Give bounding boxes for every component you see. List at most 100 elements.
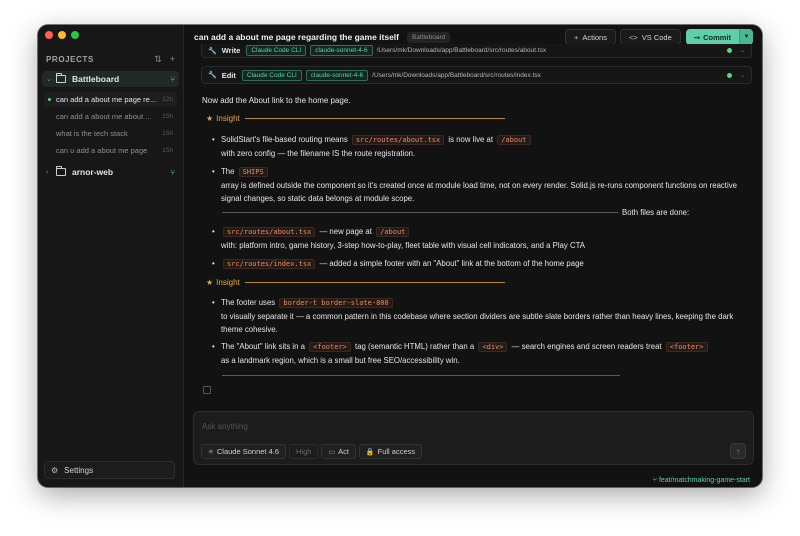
close-window-button[interactable] <box>45 31 53 39</box>
chat-icon: ▭ <box>328 448 336 456</box>
project-name: Battleboard <box>72 74 120 84</box>
sparkle-icon: ✳ <box>208 448 214 456</box>
message-intro: Now add the About link to the home page. <box>202 96 351 105</box>
settings-label: Settings <box>64 465 94 475</box>
status-dot <box>726 48 732 53</box>
actions-label: Actions <box>582 32 607 42</box>
bullet-text: with: platform intro, game history, 3-st… <box>221 241 586 250</box>
tool-model-tag: claude-sonnet-4-6 <box>305 69 369 81</box>
bullet-item: • src/routes/index.tsx — added a simple … <box>212 259 584 269</box>
folder-icon <box>56 73 66 83</box>
session-title: what is the tech stack <box>56 129 128 138</box>
branch-name: feat/matchmaking-game-start <box>658 477 750 484</box>
active-session-dot <box>48 98 51 101</box>
inline-code: /about <box>497 135 531 145</box>
effort-label: High <box>296 447 312 456</box>
tool-path: /Users/mk/Downloads/app/Battleboard/src/… <box>372 71 541 79</box>
divider <box>222 375 620 376</box>
session-title: can u add a about me page <box>56 146 148 155</box>
bullet-text: The <box>221 167 235 176</box>
commit-button[interactable]: ⊸ Commit <box>685 29 739 45</box>
lock-icon: 🔒 <box>365 448 375 456</box>
insight-label: Insight <box>216 278 240 287</box>
branch-indicator[interactable]: ⑂ feat/matchmaking-game-start <box>653 477 750 484</box>
tool-source-tag: Claude Code CLI <box>241 69 302 81</box>
zoom-window-button[interactable] <box>71 31 79 39</box>
session-title: can add a about me about ... <box>56 112 152 121</box>
inline-code: <footer> <box>665 342 708 352</box>
git-branch-icon: ⑂ <box>170 167 175 177</box>
tool-call-write[interactable]: 🔧 Write Claude Code CLI claude-sonnet-4-… <box>201 44 752 58</box>
add-project-icon[interactable]: + <box>170 54 175 65</box>
message-input[interactable]: Ask anything <box>202 422 248 431</box>
commit-icon: ⊸ <box>693 32 701 42</box>
bullet-item: • src/routes/about.tsx — new page at /ab… <box>212 227 586 250</box>
insight-label: Insight <box>216 114 240 123</box>
projects-title: PROJECTS <box>46 54 94 64</box>
status-dot <box>726 72 732 78</box>
chevron-down-icon[interactable]: ⌄ <box>740 47 745 54</box>
star-icon: ★ <box>206 278 214 287</box>
minimize-window-button[interactable] <box>58 31 66 39</box>
inline-code: SHIPS <box>238 167 268 177</box>
session-item[interactable]: what is the tech stack 15h <box>44 126 177 141</box>
divider <box>222 212 618 213</box>
bullet-text: The footer uses <box>221 298 276 307</box>
inline-code: <div> <box>478 342 508 352</box>
bullet-item: • The SHIPS array is defined outside the… <box>212 167 737 203</box>
bullet-text: with zero config — the filename IS the r… <box>221 149 416 158</box>
main-panel: can add a about me page regarding the ga… <box>185 25 762 487</box>
bullet-text: SolidStart's file-based routing means <box>221 135 348 144</box>
project-battleboard[interactable]: ⌄ Battleboard ⑂ <box>42 71 179 87</box>
arrow-up-icon: ↑ <box>736 446 740 456</box>
chevron-right-icon[interactable]: › <box>46 169 56 176</box>
tool-path: /Users/mk/Downloads/app/Battleboard/src/… <box>376 47 547 54</box>
divider-row: Both files are done: <box>222 208 752 217</box>
both-done-text: Both files are done: <box>622 208 690 217</box>
copy-icon[interactable] <box>203 386 211 394</box>
conversation-title: can add a about me page regarding the ga… <box>194 32 399 42</box>
insight-header: ★ Insight <box>206 278 505 287</box>
model-selector[interactable]: ✳ Claude Sonnet 4.6 <box>201 444 287 459</box>
tool-call-edit[interactable]: 🔧 Edit Claude Code CLI claude-sonnet-4-6… <box>201 66 752 84</box>
access-selector[interactable]: 🔒 Full access <box>358 444 423 459</box>
actions-button[interactable]: + Actions <box>564 29 616 45</box>
session-time: 12h <box>162 96 173 103</box>
session-time: 15h <box>162 130 173 137</box>
inline-code: src/routes/about.tsx <box>351 135 445 145</box>
project-name: arnor-web <box>72 167 114 177</box>
sidebar: PROJECTS ⇅ + ⌄ Battleboard ⑂ can add a a… <box>38 25 184 487</box>
session-item[interactable]: can add a about me page re... 12h <box>44 92 177 107</box>
send-button[interactable]: ↑ <box>730 443 746 459</box>
git-branch-icon: ⑂ <box>170 74 175 84</box>
model-label: Claude Sonnet 4.6 <box>216 447 280 456</box>
bullet-text: as a landmark region, which is a small b… <box>221 356 460 365</box>
bullet-item: • The footer uses border-t border-slate-… <box>212 298 734 334</box>
session-item[interactable]: can add a about me about ... 15h <box>44 109 177 124</box>
settings-button[interactable]: ⚙ Settings <box>44 461 175 479</box>
vscode-button[interactable]: <> VS Code <box>619 29 681 45</box>
gear-icon: ⚙ <box>51 465 59 475</box>
bullet-item: • The "About" link sits in a <footer> ta… <box>212 340 752 367</box>
project-arnor-web[interactable]: › arnor-web ⑂ <box>42 164 179 180</box>
chevron-down-icon[interactable]: ⌄ <box>46 75 56 83</box>
effort-selector[interactable]: High <box>289 444 319 459</box>
chevron-down-icon[interactable]: ⌄ <box>740 72 745 79</box>
plus-icon: + <box>573 32 579 42</box>
session-time: 15h <box>162 113 173 120</box>
sort-icon[interactable]: ⇅ <box>154 54 162 65</box>
commit-split-button: ⊸ Commit ▼ <box>685 29 753 45</box>
session-item[interactable]: can u add a about me page 15h <box>44 143 177 158</box>
composer: Ask anything ✳ Claude Sonnet 4.6 High ▭ … <box>193 411 754 465</box>
session-title: can add a about me page re... <box>56 95 157 104</box>
commit-label: Commit <box>703 32 731 42</box>
access-label: Full access <box>377 447 416 456</box>
bullet-text: is now live at <box>448 135 494 144</box>
folder-icon <box>56 166 66 176</box>
projects-header: PROJECTS ⇅ + <box>46 53 175 65</box>
composer-toolbar: ✳ Claude Sonnet 4.6 High ▭ Act 🔒 Full ac… <box>201 444 423 459</box>
bullet-text: array is defined outside the component s… <box>221 181 737 203</box>
wrench-icon: 🔧 <box>208 47 217 55</box>
mode-selector[interactable]: ▭ Act <box>321 444 356 459</box>
commit-dropdown-icon[interactable]: ▼ <box>739 29 753 45</box>
